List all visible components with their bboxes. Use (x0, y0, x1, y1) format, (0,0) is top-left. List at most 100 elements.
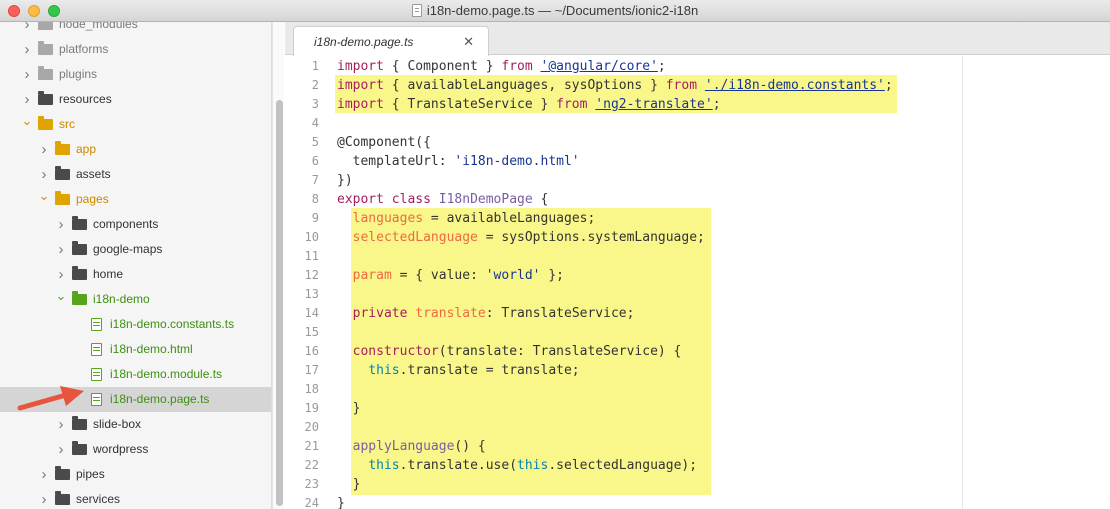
sidebar-scrollbar-thumb[interactable] (276, 100, 283, 506)
window-title: i18n-demo.page.ts — ~/Documents/ionic2-i… (0, 3, 1110, 18)
code-token: private (352, 306, 408, 321)
tree-folder-i18n-demo[interactable]: ⌄ i18n-demo (0, 287, 271, 312)
code-token: selectedLanguage (352, 230, 478, 245)
tree-item-label: wordpress (93, 442, 149, 456)
tree-folder-services[interactable]: › services (0, 487, 271, 509)
tree-folder-home[interactable]: › home (0, 262, 271, 287)
code-line[interactable]: selectedLanguage = sysOptions.systemLang… (337, 228, 705, 247)
line-number: 18 (304, 382, 319, 396)
tree-folder-plugins[interactable]: › plugins (0, 62, 271, 87)
line-number: 14 (304, 306, 319, 320)
line-number: 16 (304, 344, 319, 358)
folder-icon (38, 22, 53, 30)
code-token: = sysOptions.systemLanguage; (477, 230, 705, 245)
code-token: this (517, 458, 549, 473)
line-number: 15 (304, 325, 319, 339)
tree-folder-wordpress[interactable]: › wordpress (0, 437, 271, 462)
tree-file-i18n-demo-constants-ts[interactable]: i18n-demo.constants.ts (0, 312, 271, 337)
project-tree: › node_modules › platforms › plugins › resource… (0, 22, 272, 509)
code-token: languages (352, 211, 424, 226)
folder-icon (72, 241, 87, 255)
code-line[interactable]: this.translate.use(this.selectedLanguage… (337, 456, 697, 475)
tree-item-label: home (93, 267, 124, 281)
code-token: this (368, 363, 400, 378)
code-token: .selectedLanguage); (548, 458, 698, 473)
tree-folder-pages[interactable]: ⌄ pages (0, 187, 271, 212)
chevron-down-icon[interactable]: ⌄ (55, 283, 67, 308)
folder-icon (55, 466, 70, 480)
tree-folder-pipes[interactable]: › pipes (0, 462, 271, 487)
line-number: 6 (311, 154, 319, 168)
code-line[interactable]: export class I18nDemoPage { (337, 190, 548, 209)
line-number: 11 (304, 249, 319, 263)
chevron-right-icon[interactable]: › (21, 22, 33, 37)
line-number: 19 (304, 401, 319, 415)
chevron-right-icon[interactable]: › (55, 437, 67, 462)
tree-folder-node-modules[interactable]: › node_modules (0, 22, 271, 37)
chevron-right-icon[interactable]: › (55, 212, 67, 237)
chevron-right-icon[interactable]: › (38, 487, 50, 509)
line-number: 13 (304, 287, 319, 301)
line-number: 22 (304, 458, 319, 472)
close-icon[interactable]: ✕ (463, 34, 474, 50)
tree-folder-app[interactable]: › app (0, 137, 271, 162)
tree-folder-slide-box[interactable]: › slide-box (0, 412, 271, 437)
tree-item-label: plugins (59, 67, 98, 81)
chevron-right-icon[interactable]: › (21, 37, 33, 62)
tree-folder-platforms[interactable]: › platforms (0, 37, 271, 62)
tree-item-label: assets (76, 167, 111, 181)
tab-label: i18n-demo.page.ts (314, 35, 414, 49)
code-token: import (337, 97, 384, 112)
code-token: from (556, 97, 588, 112)
code-token: export (337, 192, 384, 207)
code-line[interactable]: } (337, 494, 345, 509)
code-line[interactable]: @Component({ (337, 133, 431, 152)
code-token: @Component({ (337, 135, 431, 150)
chevron-right-icon[interactable]: › (55, 412, 67, 437)
code-token: '@angular/core' (540, 59, 658, 74)
line-number: 23 (304, 477, 319, 491)
code-line[interactable]: param = { value: 'world' }; (337, 266, 564, 285)
chevron-right-icon[interactable]: › (55, 237, 67, 262)
code-line[interactable]: this.translate = translate; (337, 361, 579, 380)
sidebar-scrollbar[interactable] (272, 22, 284, 509)
code-line[interactable]: import { Component } from '@angular/core… (337, 57, 666, 76)
line-number: 20 (304, 420, 319, 434)
code-line[interactable]: templateUrl: 'i18n-demo.html' (337, 152, 580, 171)
code-line[interactable]: } (337, 475, 361, 494)
code-line[interactable]: } (337, 399, 361, 418)
code-editor[interactable]: 1 import { Component } from '@angular/cor… (285, 56, 1110, 509)
tree-folder-src[interactable]: ⌄ src (0, 112, 271, 137)
code-token: } (337, 477, 361, 492)
chevron-down-icon[interactable]: ⌄ (21, 108, 33, 133)
folder-icon (55, 166, 70, 180)
tree-folder-resources[interactable]: › resources (0, 87, 271, 112)
code-token: { Component } (383, 59, 502, 74)
chevron-right-icon[interactable]: › (38, 462, 50, 487)
chevron-right-icon[interactable]: › (21, 62, 33, 87)
tree-item-label: pipes (76, 467, 105, 481)
tree-file-i18n-demo-html[interactable]: i18n-demo.html (0, 337, 271, 362)
chevron-down-icon[interactable]: ⌄ (38, 183, 50, 208)
code-line[interactable]: languages = availableLanguages; (337, 209, 596, 228)
code-line[interactable]: constructor(translate: TranslateService)… (337, 342, 682, 361)
code-token: I18nDemoPage (438, 192, 533, 207)
code-token: ; (712, 97, 721, 112)
code-line[interactable]: }) (337, 171, 353, 190)
tab-i18n-demo-page-ts[interactable]: i18n-demo.page.ts ✕ (293, 26, 489, 56)
code-token: './i18n-demo.constants' (704, 78, 885, 93)
tree-folder-google-maps[interactable]: › google-maps (0, 237, 271, 262)
tree-folder-components[interactable]: › components (0, 212, 271, 237)
code-line[interactable]: import { availableLanguages, sysOptions … (337, 76, 893, 95)
code-token: ; (884, 78, 893, 93)
code-line[interactable]: import { TranslateService } from 'ng2-tr… (337, 95, 721, 114)
folder-icon (55, 141, 70, 155)
code-token: applyLanguage (352, 439, 455, 454)
code-token: : TranslateService; (485, 306, 635, 321)
code-line[interactable]: private translate: TranslateService; (337, 304, 635, 323)
code-token: (translate: TranslateService) { (438, 344, 682, 359)
code-line[interactable]: applyLanguage() { (337, 437, 486, 456)
chevron-right-icon[interactable]: › (38, 137, 50, 162)
